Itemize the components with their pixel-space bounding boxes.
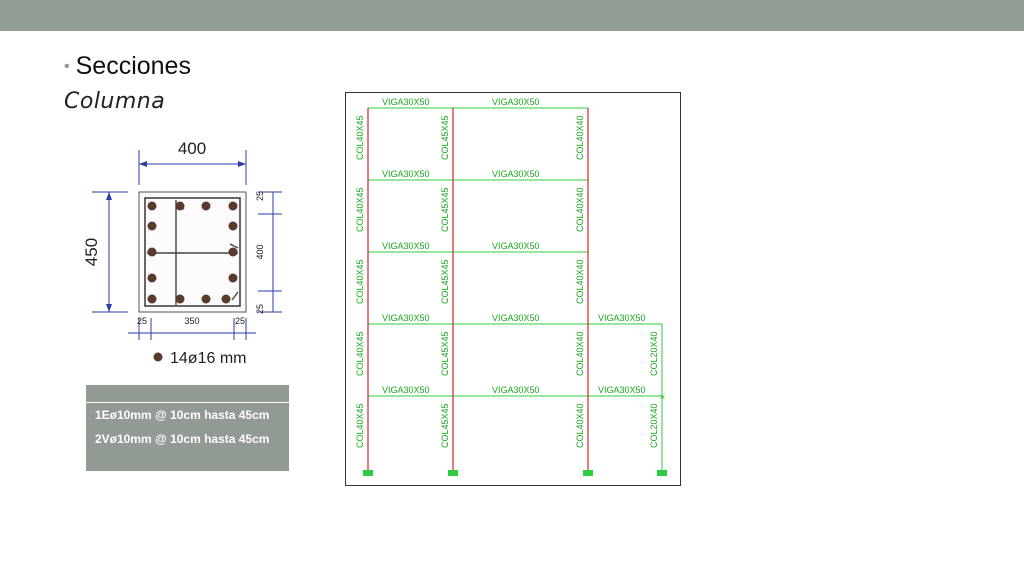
- beam-label: VIGA30X50: [492, 313, 540, 323]
- beam-label: VIGA30X50: [382, 97, 430, 107]
- support-base: [448, 470, 458, 476]
- column-label: COL40X45: [355, 187, 365, 232]
- column-label: COL45X45: [440, 187, 450, 232]
- beam-label: VIGA30X50: [598, 313, 646, 323]
- stirrup-spec-line-2: 2Vø10mm @ 10cm hasta 45cm: [95, 432, 270, 446]
- column-label: COL40X45: [355, 403, 365, 448]
- column-label: COL45X45: [440, 115, 450, 160]
- beam-label: VIGA30X50: [382, 241, 430, 251]
- column-label: COL20X40: [649, 403, 659, 448]
- beam-label: VIGA30X50: [382, 313, 430, 323]
- support-base: [657, 470, 667, 476]
- column-label: COL45X45: [440, 331, 450, 376]
- joint-marker-icon: ×: [660, 392, 665, 402]
- column-label: COL40X45: [355, 331, 365, 376]
- column-label: COL40X40: [575, 331, 585, 376]
- section-width-label: 400: [178, 139, 206, 158]
- right-dim-mid: 400: [255, 244, 265, 259]
- slide-subtitle: Columna: [64, 89, 166, 114]
- bullet-dot-icon: •: [64, 58, 70, 76]
- column-label: COL40X40: [575, 259, 585, 304]
- right-dim-top: 25: [255, 191, 265, 201]
- beam-label: VIGA30X50: [382, 169, 430, 179]
- bottom-dim-mid: 350: [184, 316, 199, 326]
- beam-label: VIGA30X50: [492, 385, 540, 395]
- slide-bullet: • Secciones: [64, 52, 191, 81]
- support-base: [583, 470, 593, 476]
- column-label: COL40X45: [355, 115, 365, 160]
- bottom-dim-left: 25: [137, 316, 147, 326]
- bullet-text: Secciones: [75, 52, 191, 80]
- top-bar: [0, 0, 1024, 31]
- bottom-dim-right: 25: [235, 316, 245, 326]
- column-label: COL45X45: [440, 403, 450, 448]
- column-label: COL20X40: [649, 331, 659, 376]
- stirrup-spec-box: 1Eø10mm @ 10cm hasta 45cm 2Vø10mm @ 10cm…: [86, 385, 289, 471]
- column-label: COL40X45: [355, 259, 365, 304]
- section-height-label: 450: [82, 238, 101, 266]
- beam-label: VIGA30X50: [598, 385, 646, 395]
- column-section-drawing: 400 450 25 400 25 25 350 25 14ø16 mm: [82, 139, 282, 367]
- support-base: [363, 470, 373, 476]
- column-label: COL45X45: [440, 259, 450, 304]
- beam-label: VIGA30X50: [492, 241, 540, 251]
- column-label: COL40X40: [575, 187, 585, 232]
- beam-label: VIGA30X50: [492, 97, 540, 107]
- beam-label: VIGA30X50: [492, 169, 540, 179]
- rebar-legend-icon: [153, 352, 163, 362]
- stirrup-spec-line-1: 1Eø10mm @ 10cm hasta 45cm: [95, 408, 270, 422]
- rebar-legend-label: 14ø16 mm: [170, 350, 246, 367]
- beam-label: VIGA30X50: [382, 385, 430, 395]
- frame-elevation: VIGA30X50 VIGA30X50 VIGA30X50 VIGA30X50 VIGA…: [355, 97, 667, 476]
- right-dim-bottom: 25: [255, 304, 265, 314]
- column-label: COL40X40: [575, 115, 585, 160]
- frame-elevation-panel: VIGA30X50 VIGA30X50 VIGA30X50 VIGA30X50 VIGA…: [345, 92, 681, 486]
- column-label: COL40X40: [575, 403, 585, 448]
